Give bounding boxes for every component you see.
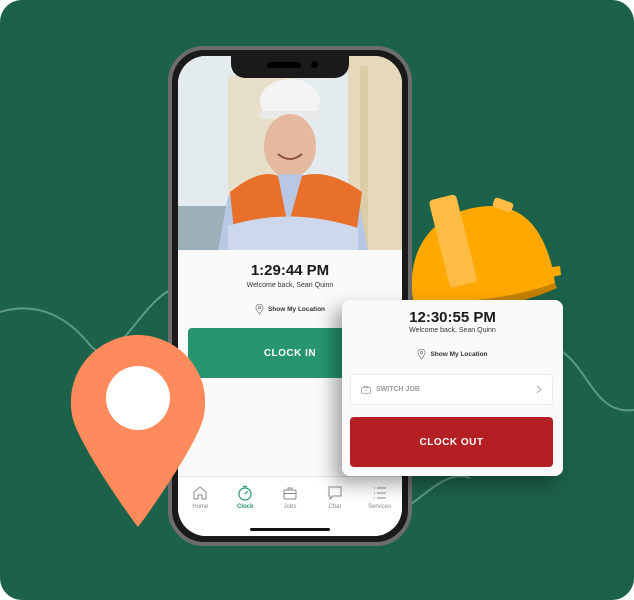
card-welcome-message: Welcome back, Sean Quinn bbox=[409, 327, 496, 334]
map-pin-icon bbox=[418, 349, 426, 360]
show-location-label: Show My Location bbox=[267, 306, 326, 313]
tab-services-label: Services bbox=[368, 504, 392, 510]
tab-jobs-label: Jobs bbox=[283, 504, 297, 510]
card-show-location-link[interactable]: Show My Location bbox=[342, 349, 563, 360]
hard-hat-illustration bbox=[411, 194, 561, 308]
card-show-location-label: Show My Location bbox=[430, 351, 488, 358]
card-current-time: 12:30:55 PM bbox=[409, 309, 496, 326]
front-camera bbox=[311, 61, 318, 68]
briefcase-icon bbox=[283, 487, 297, 500]
chat-icon bbox=[328, 486, 342, 501]
stopwatch-icon bbox=[238, 485, 252, 501]
chevron-right-icon bbox=[536, 385, 542, 394]
worker-photo bbox=[178, 56, 402, 250]
phone-notch bbox=[231, 56, 349, 78]
clock-out-card: 12:30:55 PM Welcome back, Sean Quinn Sho… bbox=[342, 300, 563, 476]
briefcase-icon bbox=[361, 386, 371, 394]
map-pin-icon bbox=[255, 304, 264, 315]
speaker-grille bbox=[267, 62, 301, 68]
bottom-tab-bar: Home Clock Jobs Chat Services bbox=[178, 476, 402, 536]
current-time: 1:29:44 PM bbox=[250, 262, 330, 279]
promo-canvas: 1:29:44 PM Welcome back, Sean Quinn Show… bbox=[0, 0, 634, 600]
tab-clock-label: Clock bbox=[237, 504, 254, 510]
location-pin-illustration bbox=[70, 335, 206, 527]
tab-services[interactable]: Services bbox=[361, 485, 399, 536]
welcome-message: Welcome back, Sean Quinn bbox=[246, 282, 334, 289]
switch-job-button[interactable]: SWITCH JOB bbox=[350, 374, 553, 405]
clock-out-button[interactable]: CLOCK OUT bbox=[350, 417, 553, 467]
switch-job-label: SWITCH JOB bbox=[376, 386, 420, 393]
list-icon bbox=[373, 487, 386, 499]
tab-chat-label: Chat bbox=[328, 504, 342, 510]
home-indicator bbox=[250, 528, 330, 531]
